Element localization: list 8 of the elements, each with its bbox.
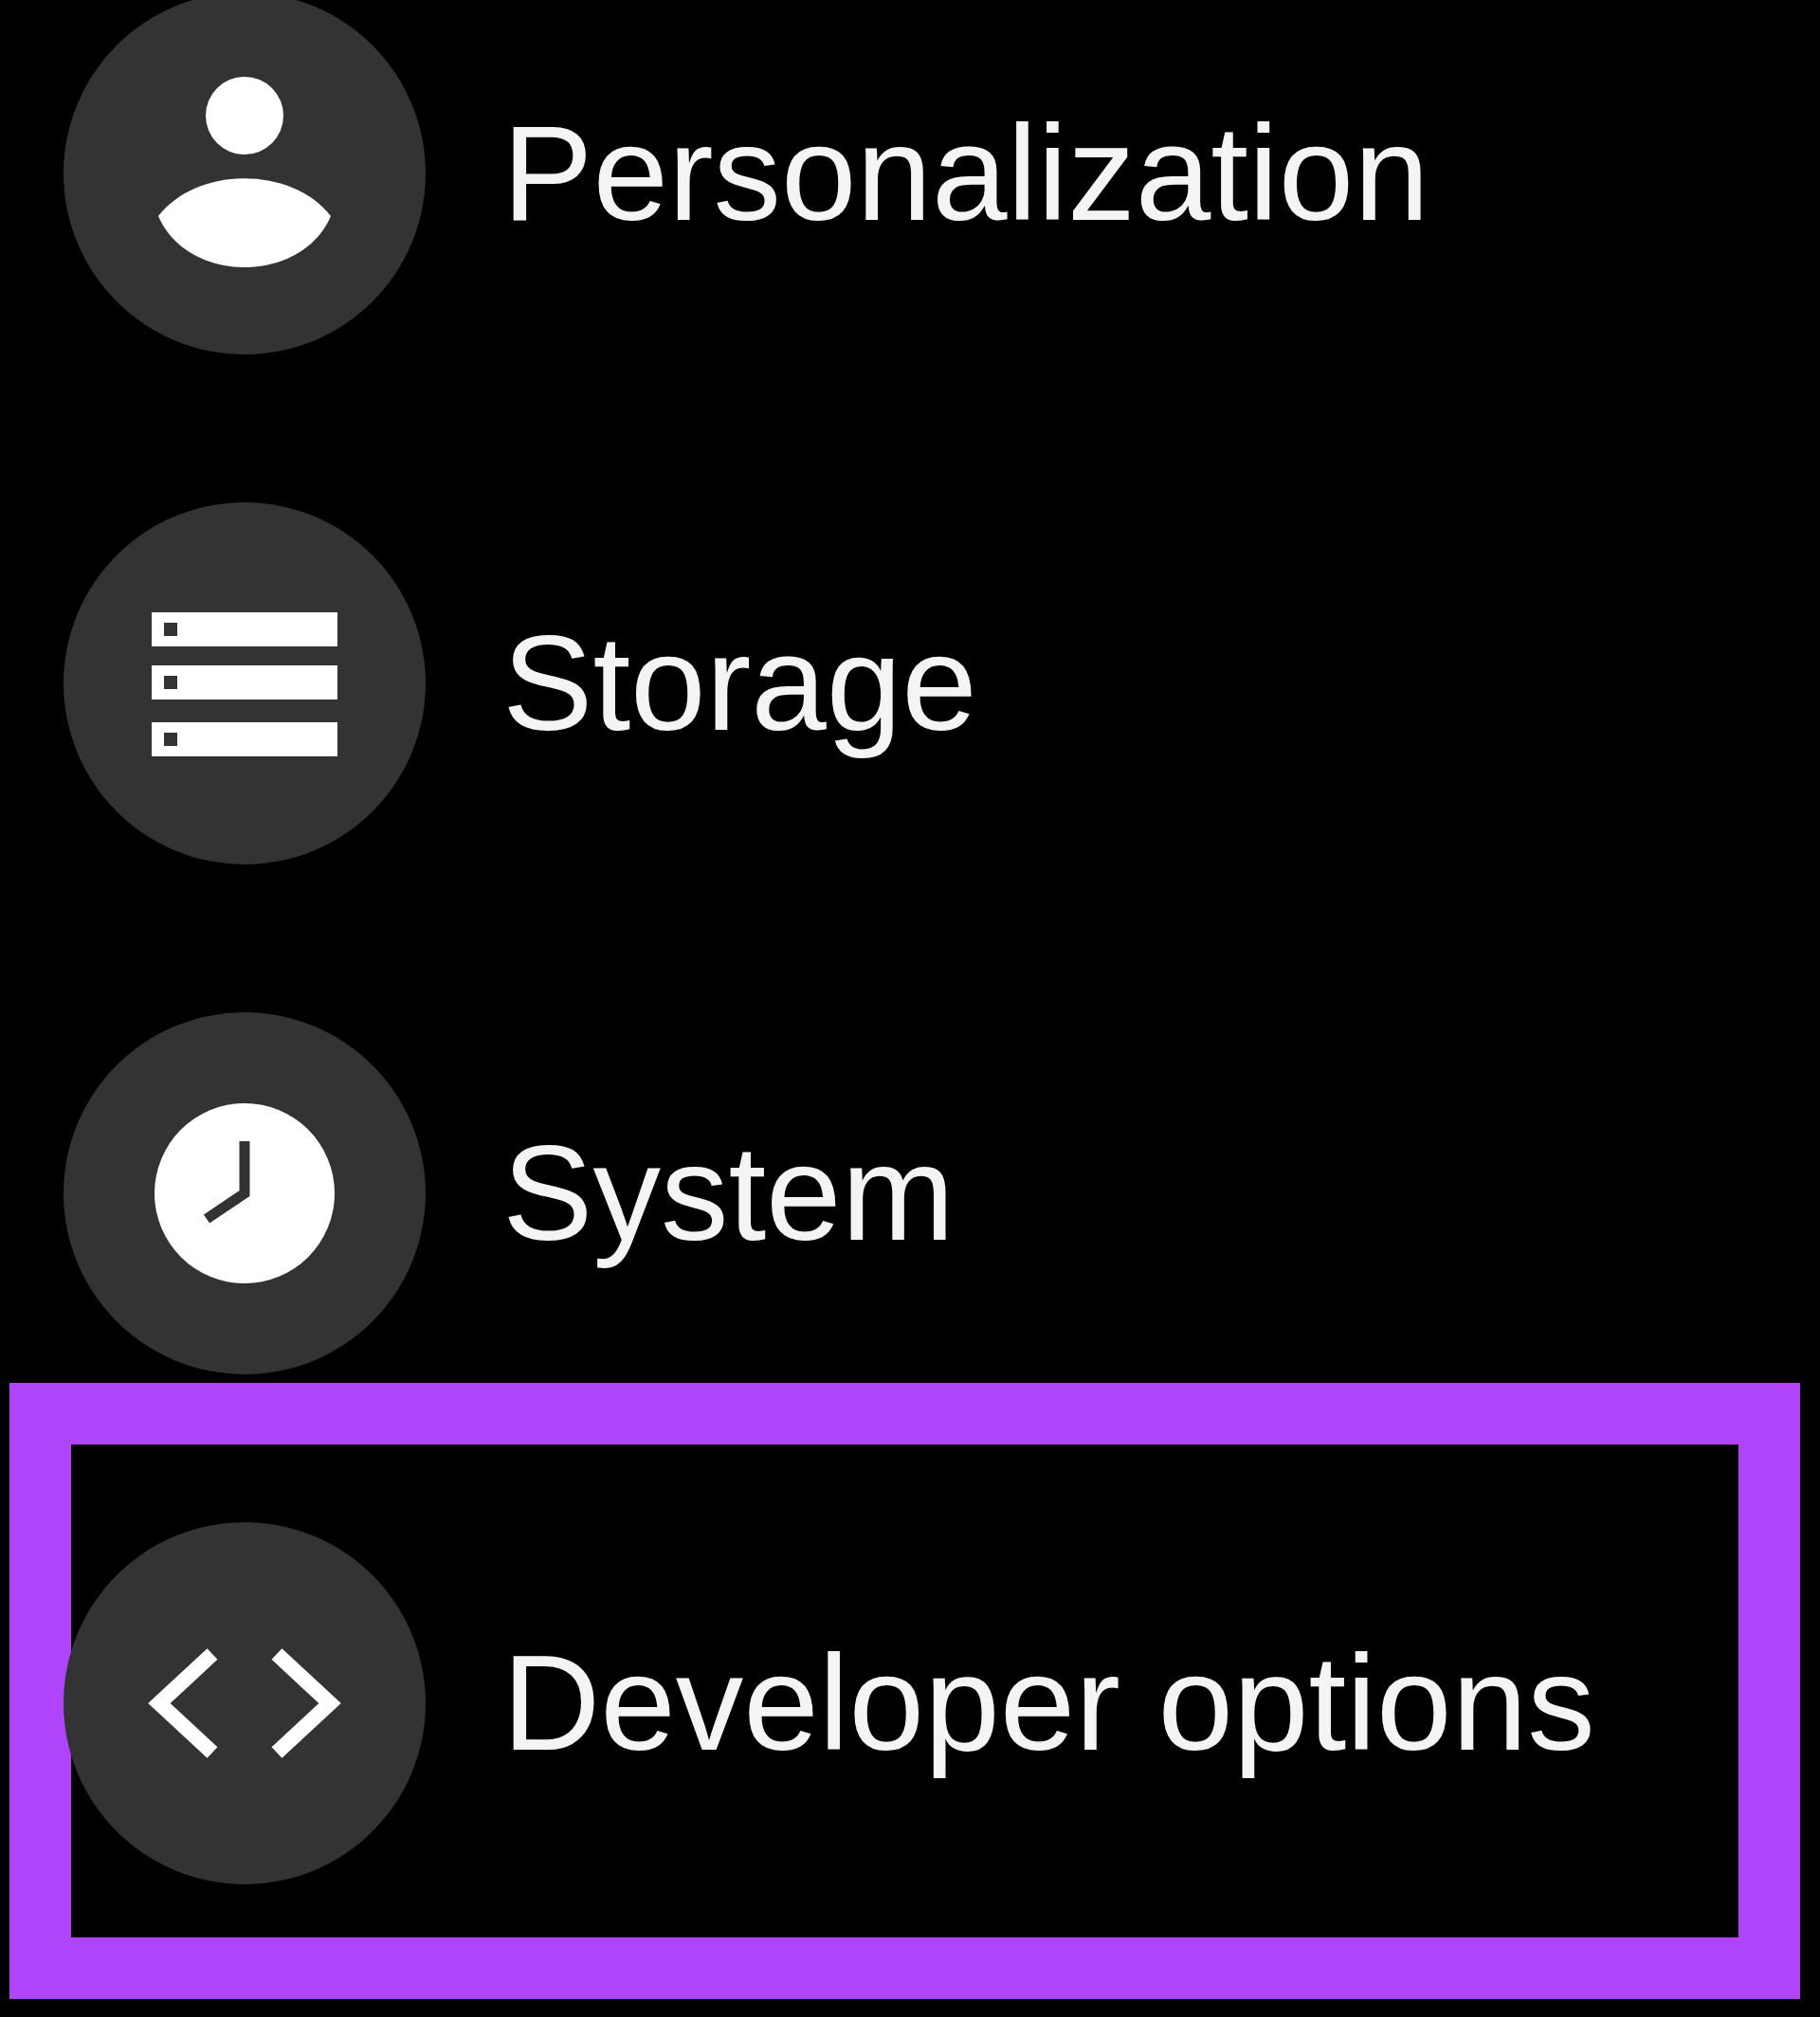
settings-item[interactable]: System <box>64 1012 955 1374</box>
code-icon <box>64 1522 426 1884</box>
clock-icon <box>64 1012 426 1374</box>
settings-item[interactable]: Developer options <box>64 1522 1595 1884</box>
settings-item[interactable]: Personalization <box>64 0 1429 354</box>
settings-item[interactable]: Storage <box>64 502 977 864</box>
person-icon <box>64 0 426 354</box>
storage-icon <box>64 502 426 864</box>
